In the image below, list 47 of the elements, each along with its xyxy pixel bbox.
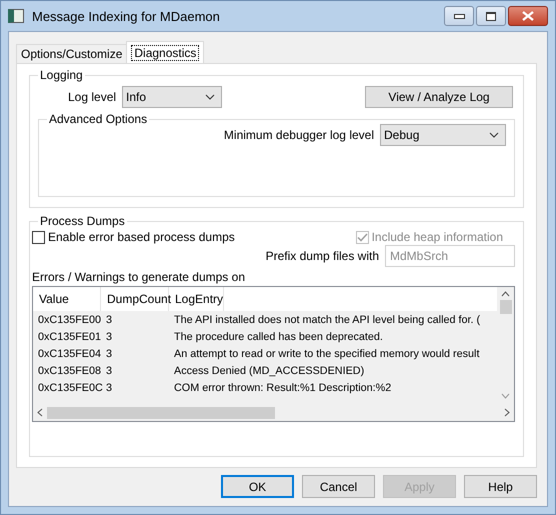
column-header[interactable]: Value (33, 287, 101, 311)
app-icon (8, 9, 24, 23)
table-cell-text: 0xC135FE01 (37, 330, 101, 342)
close-icon (522, 11, 534, 21)
scroll-left-icon[interactable] (37, 408, 43, 417)
list-label: Errors / Warnings to generate dumps on (32, 270, 246, 284)
table-cell-text: The procedure called has been deprecated. (173, 330, 383, 342)
dialog-button[interactable]: Cancel (302, 475, 375, 498)
checkmark-icon (356, 232, 368, 242)
group-title: Process Dumps (39, 214, 126, 228)
view-log-button[interactable]: View / Analyze Log (365, 86, 513, 108)
log-level-label: Log level (68, 90, 116, 104)
group-title: Logging (39, 68, 84, 82)
scroll-up-icon[interactable] (501, 291, 510, 297)
table-cell-text: 3 (105, 364, 114, 376)
column-header[interactable]: DumpCount (101, 287, 169, 311)
chevron-down-icon (489, 132, 499, 138)
scrollbar-thumb[interactable] (500, 300, 512, 314)
table-cell-text: The API installed does not match the API level being called for. ( (173, 314, 480, 326)
table-cell-text: An attempt to read or write to the specified memory would result (173, 348, 480, 360)
table-cell-text: Access Denied (MD_ACCESSDENIED) (173, 364, 364, 376)
table-cell-text: COM error thrown: Result:%1 Description:%2 (173, 382, 392, 394)
min-level-dropdown[interactable]: Debug (380, 124, 506, 146)
min-level-label: Minimum debugger log level (224, 128, 374, 142)
chevron-down-icon (205, 94, 216, 100)
close-button[interactable] (508, 6, 548, 26)
scrollbar-thumb[interactable] (47, 406, 275, 418)
tab[interactable]: Diagnostics (126, 41, 204, 63)
checkbox-option[interactable]: Enable error based process dumps (32, 230, 235, 244)
tab[interactable]: Options/Customize (16, 44, 128, 63)
table-cell-text: 3 (105, 330, 114, 342)
group-title: Advanced Options (48, 112, 148, 126)
scroll-right-icon[interactable] (504, 408, 510, 417)
minimize-button[interactable] (444, 6, 474, 26)
window-title: Message Indexing for MDaemon (32, 8, 221, 24)
maximize-button[interactable] (476, 6, 506, 26)
table-cell-text: 3 (105, 382, 114, 394)
table-cell-text: 0xC135FE08 (37, 364, 101, 376)
table-cell-text: 0xC135FE00 (37, 314, 101, 326)
table-cell-text: 0xC135FE0C (37, 382, 101, 394)
dialog-button[interactable]: Help (464, 475, 537, 498)
prefix-label: Prefix dump files with (266, 249, 379, 263)
log-level-dropdown[interactable]: Info (122, 86, 222, 108)
table-cell-text: 3 (105, 314, 114, 326)
table-cell-text: 0xC135FE04 (37, 348, 101, 360)
table-cell-text: 3 (105, 348, 114, 360)
dialog-button[interactable]: OK (221, 475, 294, 498)
